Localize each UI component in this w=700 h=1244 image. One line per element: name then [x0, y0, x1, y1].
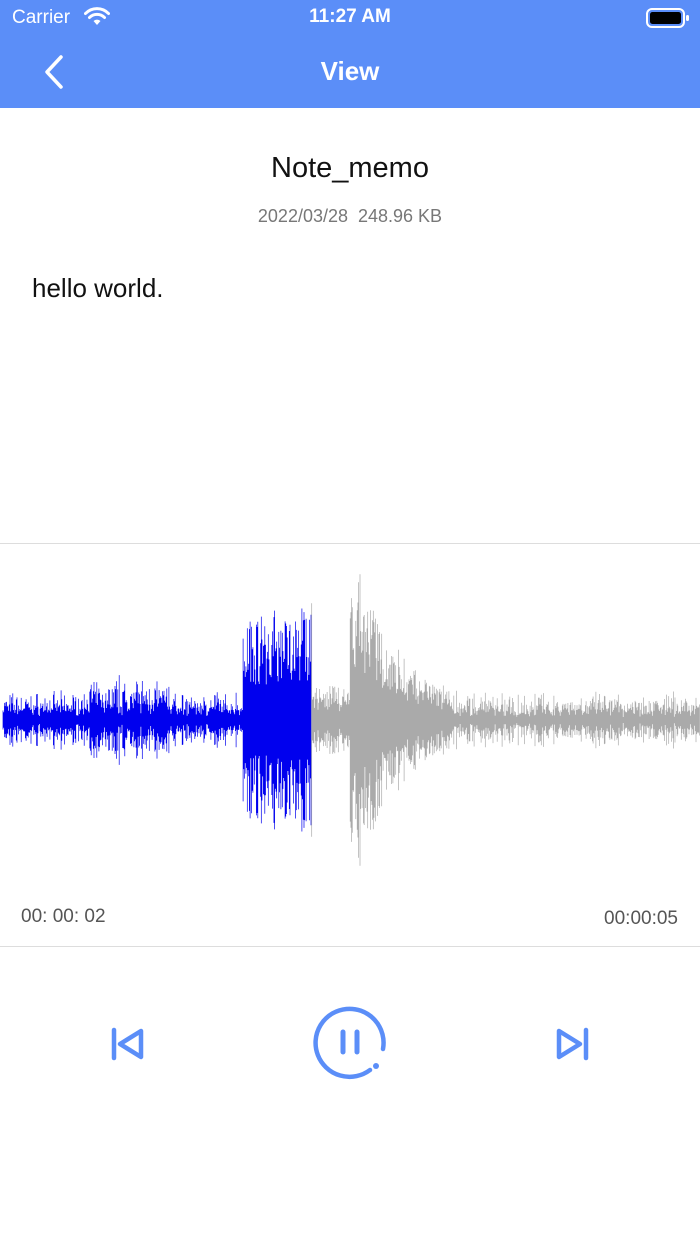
status-bar: Carrier 11:27 AM: [0, 0, 700, 36]
divider-top: [0, 543, 700, 544]
divider-bottom: [0, 946, 700, 947]
status-time: 11:27 AM: [309, 6, 391, 27]
page-title: View: [320, 56, 380, 86]
note-date: 2022/03/28: [257, 206, 348, 226]
waveform-remaining: [311, 574, 700, 866]
skip-next-icon[interactable]: [550, 1022, 594, 1066]
battery-icon: [646, 8, 689, 28]
waveform-played: [2, 608, 312, 832]
total-time: 00:00:05: [604, 908, 678, 929]
note-title: Note_memo: [271, 152, 429, 184]
note-file-size: 248.96 KB: [358, 206, 443, 226]
note-meta: 2022/03/28 248.96 KB: [0, 206, 700, 227]
pause-icon[interactable]: [308, 1000, 392, 1084]
skip-previous-icon[interactable]: [106, 1022, 150, 1066]
navigation-bar: View: [0, 36, 700, 108]
current-time: 00: 00: 02: [21, 906, 106, 927]
audio-waveform[interactable]: [0, 560, 700, 880]
app-header: Carrier 11:27 AM View: [0, 0, 700, 108]
note-body-text: hello world.: [32, 273, 164, 303]
